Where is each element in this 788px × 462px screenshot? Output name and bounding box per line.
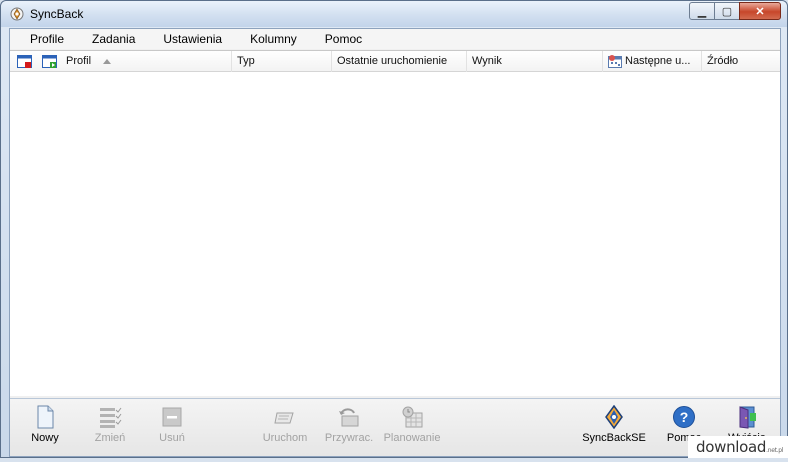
syncbackse-label: SyncBackSE — [582, 432, 646, 444]
watermark-suffix: .net.pl — [766, 447, 784, 454]
column-label-ostatnie-uruchomienie: Ostatnie uruchomienie — [337, 55, 448, 67]
syncbackse-button[interactable]: SyncBackSE — [582, 405, 646, 451]
minimize-icon: ▁ — [697, 5, 707, 18]
profile-list[interactable]: Profil Typ Ostatnie uruchomienie Wynik N… — [10, 50, 780, 417]
column-header-zrodlo[interactable]: Źródło — [702, 51, 780, 72]
bottom-toolbar: Nowy Zmień Usuń Uruchom Przywrac. Planow… — [10, 398, 780, 456]
modify-list-icon — [100, 407, 122, 428]
title-bar[interactable]: SyncBack ▁ ▢ ✕ — [1, 1, 787, 27]
exit-door-icon — [739, 406, 756, 429]
column-label-typ: Typ — [237, 55, 255, 67]
svg-text:?: ? — [680, 409, 689, 425]
run-icon — [274, 412, 294, 424]
download-watermark: download.net.pl — [688, 436, 788, 458]
modify-profile-button[interactable]: Zmień — [80, 405, 140, 451]
column-header-ostatnie-uruchomienie[interactable]: Ostatnie uruchomienie — [332, 51, 467, 72]
delete-label: Usuń — [159, 432, 185, 444]
list-header: Profil Typ Ostatnie uruchomienie Wynik N… — [10, 51, 780, 72]
minimize-button[interactable]: ▁ — [689, 2, 715, 20]
sort-ascending-icon — [103, 59, 111, 64]
menu-pomoc[interactable]: Pomoc — [311, 29, 376, 49]
schedule-icon — [402, 406, 423, 428]
schedule-calendar-icon — [608, 55, 622, 68]
restore-icon — [339, 408, 359, 427]
delete-icon — [162, 407, 182, 427]
maximize-button[interactable]: ▢ — [714, 2, 740, 20]
column-label-zrodlo: Źródło — [707, 55, 739, 67]
delete-profile-button[interactable]: Usuń — [142, 405, 202, 451]
menu-zadania[interactable]: Zadania — [78, 29, 149, 49]
menu-bar: Profile Zadania Ustawienia Kolumny Pomoc — [10, 29, 780, 49]
syncbackse-icon — [605, 405, 623, 429]
window-title: SyncBack — [30, 7, 84, 21]
schedule-button[interactable]: Planowanie — [382, 405, 442, 451]
column-label-nastepne-uruchomienie: Następne u... — [625, 55, 691, 67]
menu-kolumny[interactable]: Kolumny — [236, 29, 311, 49]
syncback-app-icon — [10, 7, 24, 21]
schedule-label: Planowanie — [383, 432, 441, 444]
column-header-profil[interactable]: Profil — [61, 51, 232, 72]
new-document-icon — [37, 405, 54, 429]
column-header-wynik[interactable]: Wynik — [467, 51, 603, 72]
menu-profile[interactable]: Profile — [10, 29, 78, 49]
close-button[interactable]: ✕ — [739, 2, 781, 20]
column-label-profil: Profil — [66, 55, 92, 67]
stop-window-icon[interactable] — [17, 55, 33, 69]
client-area: Profile Zadania Ustawienia Kolumny Pomoc — [9, 28, 781, 457]
watermark-text: download — [696, 438, 767, 456]
column-label-wynik: Wynik — [472, 55, 502, 67]
help-icon: ? — [673, 406, 695, 428]
app-window: SyncBack ▁ ▢ ✕ Profile Zadania Ustawieni… — [0, 0, 788, 458]
close-icon: ✕ — [755, 5, 765, 18]
run-profile-button[interactable]: Uruchom — [255, 405, 315, 451]
maximize-icon: ▢ — [721, 5, 733, 18]
window-controls: ▁ ▢ ✕ — [689, 2, 781, 20]
run-window-icon[interactable] — [42, 55, 58, 69]
new-profile-button[interactable]: Nowy — [15, 405, 75, 451]
column-header-nastepne-uruchomienie[interactable]: Następne u... — [603, 51, 702, 72]
restore-button[interactable]: Przywrac. — [319, 405, 379, 451]
menu-ustawienia[interactable]: Ustawienia — [149, 29, 236, 49]
column-header-typ[interactable]: Typ — [232, 51, 332, 72]
